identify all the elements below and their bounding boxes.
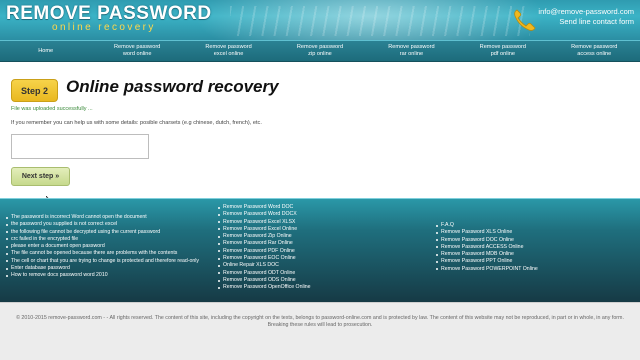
footer-link[interactable]: crc failed in the encrypted file: [6, 236, 199, 243]
footer-link[interactable]: Remove Password ACCESS Online: [436, 244, 538, 251]
footer-link[interactable]: The password is incorrect Word cannot op…: [6, 214, 199, 221]
nav-item-rar[interactable]: Remove password rar online: [366, 41, 457, 61]
nav-item-access[interactable]: Remove password access online: [549, 41, 640, 61]
footer-link[interactable]: Remove Password DOC Online: [436, 237, 538, 244]
footer-link[interactable]: Remove Password ODS Online: [218, 277, 311, 284]
footer-link[interactable]: Remove Password Word DOC: [218, 204, 311, 211]
footer-link[interactable]: The cell or chart that you are trying to…: [6, 258, 199, 265]
next-step-button[interactable]: Next step »: [11, 167, 70, 186]
nav-item-label: Remove password: [388, 44, 435, 50]
nav-item-home[interactable]: Home: [0, 41, 91, 61]
nav-item-label: Home: [38, 47, 54, 54]
copyright-line: © 2010-2015 remove-password.com - - All …: [16, 315, 624, 321]
nav-item-label: Remove password: [479, 44, 526, 50]
footer-link[interactable]: Remove Password Word DOCX: [218, 211, 311, 218]
footer-link[interactable]: Enter database password: [6, 265, 199, 272]
contact-email-link[interactable]: info@remove-password.com: [538, 7, 634, 16]
footer-link[interactable]: Remove Password Excel XLSX: [218, 219, 311, 226]
nav-item-sublabel: pdf online: [490, 51, 515, 57]
nav-item-label: Remove password: [113, 44, 161, 50]
nav-item-sublabel: word online: [122, 51, 152, 57]
nav-item-sublabel: rar online: [399, 51, 424, 57]
footer-link[interactable]: Remove Password POWERPOINT Online: [436, 266, 538, 273]
contact-form-link[interactable]: Send line contact form: [559, 17, 634, 26]
nav-item-label: Remove password: [571, 44, 618, 50]
nav-item-excel[interactable]: Remove password excel online: [183, 41, 274, 61]
copyright-line: Breaking these rules will lead to prosec…: [267, 322, 373, 328]
upload-success-message: File was uploaded successfully ...: [11, 106, 93, 112]
nav-item-label: Remove password: [296, 44, 344, 50]
footer-column-errors: The password is incorrect Word cannot op…: [6, 214, 199, 280]
phone-icon: [514, 9, 536, 31]
footer-link[interactable]: The file cannot be opened because there …: [6, 250, 199, 257]
step-badge: Step 2: [11, 79, 58, 102]
footer-column-more: F.A.Q Remove Password XLS Online Remove …: [436, 222, 538, 273]
footer-link[interactable]: Remove Password MDB Online: [436, 251, 538, 258]
footer-link[interactable]: How to remove docx password word 2010: [6, 272, 199, 279]
footer-link[interactable]: Remove Password PPT Online: [436, 258, 538, 265]
footer-link[interactable]: the following file cannot be decrypted u…: [6, 229, 199, 236]
footer-link[interactable]: the password you supplied is not correct…: [6, 221, 199, 228]
nav-item-pdf[interactable]: Remove password pdf online: [457, 41, 548, 61]
nav-item-sublabel: excel online: [213, 51, 244, 57]
footer-column-services: Remove Password Word DOC Remove Password…: [218, 204, 311, 292]
nav-item-word[interactable]: Remove password word online: [91, 41, 182, 61]
footer-link[interactable]: Remove Password PDF Online: [218, 248, 311, 255]
footer-link[interactable]: Remove Password Excel Online: [218, 226, 311, 233]
footer-link[interactable]: Online Repair XLS DOC: [218, 262, 311, 269]
nav-item-label: Remove password: [205, 44, 252, 50]
footer-links: The password is incorrect Word cannot op…: [0, 198, 640, 302]
main-nav: Home Remove password word online Remove …: [0, 40, 640, 62]
copyright-bar: © 2010-2015 remove-password.com - - All …: [0, 302, 640, 360]
footer-link[interactable]: Remove Password Zip Online: [218, 233, 311, 240]
site-header: REMOVE PASSWORD online recovery info@rem…: [0, 0, 640, 40]
details-textarea[interactable]: [11, 134, 149, 159]
nav-item-zip[interactable]: Remove password zip online: [274, 41, 365, 61]
details-hint: If you remember you can help us with som…: [11, 120, 262, 126]
footer-link[interactable]: please enter a document open password: [6, 243, 199, 250]
page-title: Online password recovery: [66, 77, 279, 96]
site-logo-tagline: online recovery: [52, 22, 156, 33]
copyright-text: © 2010-2015 remove-password.com - - All …: [10, 315, 630, 329]
footer-link[interactable]: Remove Password ODT Online: [218, 270, 311, 277]
footer-link[interactable]: Remove Password EOC Online: [218, 255, 311, 262]
footer-link[interactable]: Remove Password XLS Online: [436, 229, 538, 236]
nav-item-sublabel: zip online: [308, 51, 332, 57]
main-content: Step 2 Online password recovery File was…: [0, 63, 640, 205]
page: REMOVE PASSWORD online recovery info@rem…: [0, 0, 640, 360]
footer-link[interactable]: Remove Password OpenOffice Online: [218, 284, 311, 291]
nav-item-sublabel: access online: [577, 51, 612, 57]
footer-link[interactable]: F.A.Q: [436, 222, 538, 229]
footer-link[interactable]: Remove Password Rar Online: [218, 240, 311, 247]
